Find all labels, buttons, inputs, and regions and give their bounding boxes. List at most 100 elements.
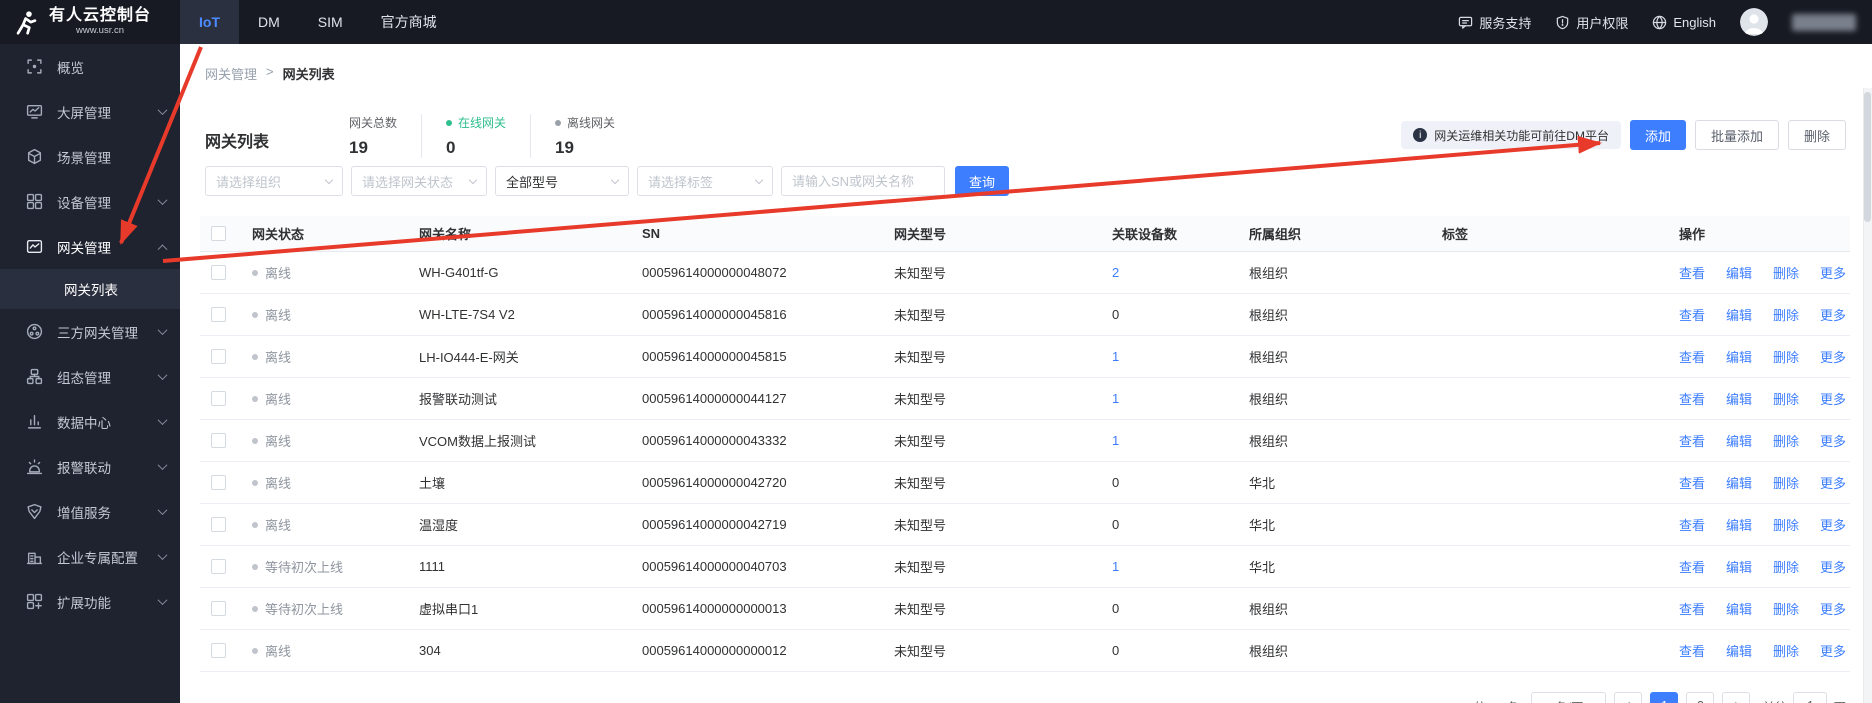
row-checkbox[interactable] <box>211 349 226 364</box>
edit-action-link[interactable]: 编辑 <box>1726 263 1752 282</box>
query-button[interactable]: 查询 <box>955 166 1009 196</box>
more-action-link[interactable]: 更多 <box>1820 305 1846 324</box>
more-action-link[interactable]: 更多 <box>1820 515 1846 534</box>
edit-action-link[interactable]: 编辑 <box>1726 305 1752 324</box>
sidebar-item-overview[interactable]: 概览 <box>0 44 180 89</box>
delete-action-link[interactable]: 删除 <box>1773 557 1799 576</box>
sidebar-item-alarm[interactable]: 报警联动 <box>0 444 180 489</box>
tab-mall[interactable]: 官方商城 <box>362 0 456 44</box>
scrollbar-thumb[interactable] <box>1864 92 1871 222</box>
view-action-link[interactable]: 查看 <box>1679 515 1705 534</box>
sidebar-item-data-center[interactable]: 数据中心 <box>0 399 180 444</box>
select-all-checkbox[interactable] <box>211 226 226 241</box>
view-action-link[interactable]: 查看 <box>1679 263 1705 282</box>
row-checkbox[interactable] <box>211 601 226 616</box>
edit-action-link[interactable]: 编辑 <box>1726 389 1752 408</box>
more-action-link[interactable]: 更多 <box>1820 263 1846 282</box>
row-checkbox[interactable] <box>211 307 226 322</box>
user-avatar[interactable] <box>1740 8 1768 36</box>
org-select[interactable]: 请选择组织 <box>205 166 343 196</box>
topbar-link-language[interactable]: English <box>1652 15 1716 30</box>
page-button-2[interactable]: 2 <box>1686 692 1714 703</box>
logo-subtitle: www.usr.cn <box>76 26 124 36</box>
view-action-link[interactable]: 查看 <box>1679 473 1705 492</box>
sidebar-item-vas[interactable]: 增值服务 <box>0 489 180 534</box>
edit-action-link[interactable]: 编辑 <box>1726 347 1752 366</box>
edit-action-link[interactable]: 编辑 <box>1726 515 1752 534</box>
edit-action-link[interactable]: 编辑 <box>1726 431 1752 450</box>
tag-select[interactable]: 请选择标签 <box>637 166 773 196</box>
offline-dot-icon <box>252 312 258 318</box>
edit-action-link[interactable]: 编辑 <box>1726 557 1752 576</box>
view-action-link[interactable]: 查看 <box>1679 431 1705 450</box>
next-page-button[interactable] <box>1722 692 1750 703</box>
more-action-link[interactable]: 更多 <box>1820 431 1846 450</box>
page-button-1[interactable]: 1 <box>1650 692 1678 703</box>
more-action-link[interactable]: 更多 <box>1820 389 1846 408</box>
delete-action-link[interactable]: 删除 <box>1773 431 1799 450</box>
device-count-value[interactable]: 1 <box>1112 349 1119 364</box>
view-action-link[interactable]: 查看 <box>1679 389 1705 408</box>
prev-page-button[interactable] <box>1614 692 1642 703</box>
more-action-link[interactable]: 更多 <box>1820 347 1846 366</box>
device-count-value[interactable]: 1 <box>1112 559 1119 574</box>
sidebar-item-config[interactable]: 组态管理 <box>0 354 180 399</box>
more-action-link[interactable]: 更多 <box>1820 641 1846 660</box>
edit-action-link[interactable]: 编辑 <box>1726 641 1752 660</box>
sn-search-input[interactable] <box>781 166 945 196</box>
delete-button[interactable]: 删除 <box>1788 120 1846 150</box>
batch-add-button[interactable]: 批量添加 <box>1695 120 1779 150</box>
gateway-status-select[interactable]: 请选择网关状态 <box>351 166 487 196</box>
row-checkbox[interactable] <box>211 475 226 490</box>
topbar-link-support[interactable]: 服务支持 <box>1458 13 1531 32</box>
tab-dm[interactable]: DM <box>239 0 299 44</box>
sidebar-item-third-gateway[interactable]: 三方网关管理 <box>0 309 180 354</box>
add-button[interactable]: 添加 <box>1630 120 1686 150</box>
scrollbar[interactable] <box>1863 88 1872 703</box>
sidebar-item-scene[interactable]: 场景管理 <box>0 134 180 179</box>
page-head: 网关列表 网关总数19在线网关0离线网关19 网关运维相关功能可前往DM平台 添… <box>205 104 1846 158</box>
sidebar-item-gateway[interactable]: 网关管理 <box>0 224 180 269</box>
view-action-link[interactable]: 查看 <box>1679 305 1705 324</box>
delete-action-link[interactable]: 删除 <box>1773 347 1799 366</box>
breadcrumb-item-gateway-mgmt[interactable]: 网关管理 <box>205 64 257 83</box>
row-checkbox[interactable] <box>211 517 226 532</box>
device-count-value[interactable]: 1 <box>1112 433 1119 448</box>
sidebar-item-enterprise[interactable]: 企业专属配置 <box>0 534 180 579</box>
delete-action-link[interactable]: 删除 <box>1773 473 1799 492</box>
sidebar-item-screen[interactable]: 大屏管理 <box>0 89 180 134</box>
topbar-link-permissions[interactable]: 用户权限 <box>1555 13 1628 32</box>
more-action-link[interactable]: 更多 <box>1820 599 1846 618</box>
view-action-link[interactable]: 查看 <box>1679 599 1705 618</box>
jump-page-input[interactable] <box>1793 692 1827 703</box>
row-checkbox[interactable] <box>211 265 226 280</box>
delete-action-link[interactable]: 删除 <box>1773 389 1799 408</box>
row-checkbox[interactable] <box>211 559 226 574</box>
tab-iot[interactable]: IoT <box>180 0 239 44</box>
view-action-link[interactable]: 查看 <box>1679 347 1705 366</box>
tab-sim[interactable]: SIM <box>299 0 362 44</box>
view-action-link[interactable]: 查看 <box>1679 641 1705 660</box>
delete-action-link[interactable]: 删除 <box>1773 641 1799 660</box>
delete-action-link[interactable]: 删除 <box>1773 599 1799 618</box>
edit-action-link[interactable]: 编辑 <box>1726 599 1752 618</box>
device-count-value[interactable]: 1 <box>1112 391 1119 406</box>
model-select[interactable]: 全部型号 <box>495 166 629 196</box>
view-action-link[interactable]: 查看 <box>1679 557 1705 576</box>
dm-platform-notice[interactable]: 网关运维相关功能可前往DM平台 <box>1401 121 1621 149</box>
row-checkbox[interactable] <box>211 391 226 406</box>
row-checkbox[interactable] <box>211 433 226 448</box>
row-checkbox[interactable] <box>211 643 226 658</box>
sidebar-item-device[interactable]: 设备管理 <box>0 179 180 224</box>
delete-action-link[interactable]: 删除 <box>1773 515 1799 534</box>
sidebar-item-gateway-list[interactable]: 网关列表 <box>0 269 180 309</box>
more-action-link[interactable]: 更多 <box>1820 473 1846 492</box>
page-size-select[interactable]: 10条/页 <box>1531 692 1606 703</box>
edit-action-link[interactable]: 编辑 <box>1726 473 1752 492</box>
delete-action-link[interactable]: 删除 <box>1773 305 1799 324</box>
stat-label: 在线网关 <box>446 114 506 131</box>
delete-action-link[interactable]: 删除 <box>1773 263 1799 282</box>
device-count-value[interactable]: 2 <box>1112 265 1119 280</box>
more-action-link[interactable]: 更多 <box>1820 557 1846 576</box>
sidebar-item-extension[interactable]: 扩展功能 <box>0 579 180 624</box>
